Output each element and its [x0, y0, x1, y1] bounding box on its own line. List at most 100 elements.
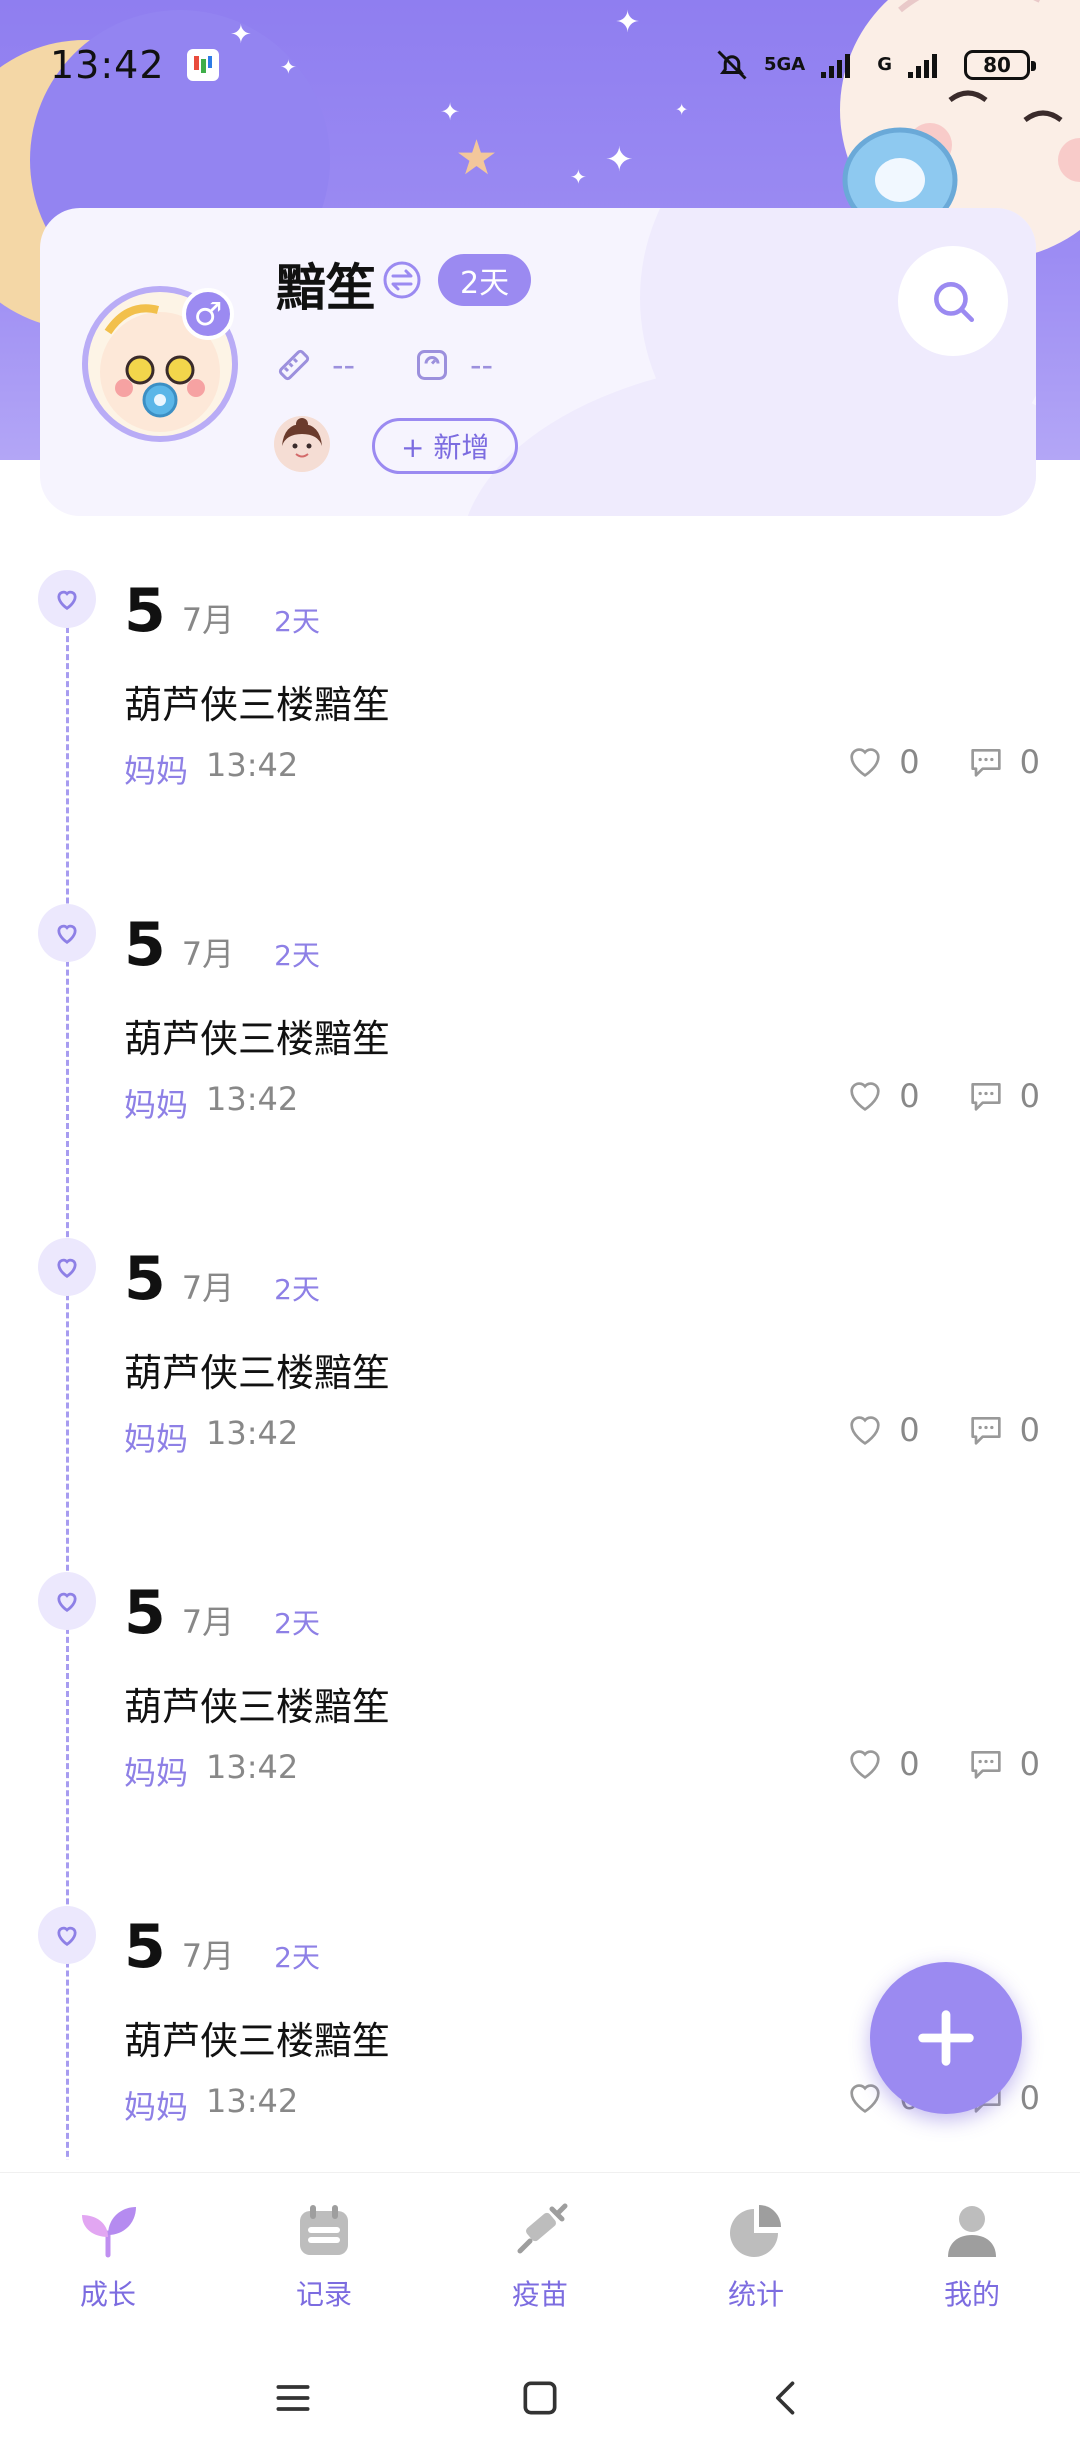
entry-time: 13:42 [206, 1748, 299, 1786]
entry-month: 7月 [181, 935, 235, 973]
entry-time: 13:42 [206, 746, 299, 784]
sprout-icon [76, 2199, 140, 2263]
weight-value: -- [470, 346, 494, 384]
entry-age: 2天 [274, 1941, 320, 1974]
heart-icon [850, 1416, 880, 1445]
search-icon [934, 282, 975, 323]
timeline-entry[interactable]: 5 7月 2天 葫芦侠三楼黯笙 妈妈 13:42 0 0 [0, 1208, 1080, 1542]
entry-meta: 妈妈 13:42 [124, 1748, 298, 1794]
nav-label: 疫苗 [511, 2278, 568, 2311]
mute-bell-icon [717, 50, 747, 80]
entry-day: 5 [124, 1912, 166, 1982]
like-button[interactable]: 0 [845, 742, 920, 782]
calendar-icon [292, 2199, 356, 2263]
entry-author: 妈妈 [124, 1754, 189, 1792]
recent-apps-button[interactable] [263, 2368, 323, 2428]
star-decoration: ✦ [570, 165, 587, 189]
entry-text: 葫芦侠三楼黯笙 [124, 2019, 391, 2063]
nav-item-vaccine[interactable]: 疫苗 [432, 2173, 648, 2332]
comment-button[interactable]: 0 [966, 1076, 1040, 1116]
like-button[interactable]: 0 [845, 1076, 920, 1116]
menu-icon [276, 2385, 310, 2411]
heart-dot-icon [38, 904, 96, 962]
comment-icon [970, 749, 1001, 777]
entry-actions: 0 0 [845, 742, 1040, 782]
entry-text: 葫芦侠三楼黯笙 [124, 1351, 391, 1395]
entry-date: 5 7月 2天 [124, 1578, 320, 1648]
height-stat[interactable]: -- [276, 346, 355, 384]
add-record-button[interactable] [870, 1962, 1022, 2114]
weight-stat[interactable]: -- [414, 346, 493, 384]
bottom-navigation: 成长 记录 疫苗 统计 我的 [0, 2172, 1080, 2332]
nav-item-statistics[interactable]: 统计 [648, 2173, 864, 2332]
network-type-secondary: G [877, 54, 892, 75]
like-count: 0 [899, 1411, 920, 1449]
entry-meta: 妈妈 13:42 [124, 2082, 298, 2128]
entry-actions: 0 0 [845, 1076, 1040, 1116]
like-button[interactable]: 0 [845, 1744, 920, 1784]
entry-meta: 妈妈 13:42 [124, 1080, 298, 1126]
card-decoration [460, 358, 1036, 516]
entry-month: 7月 [181, 1603, 235, 1641]
comment-icon [970, 1083, 1001, 1111]
entry-age: 2天 [274, 1607, 320, 1640]
mother-avatar[interactable] [274, 416, 330, 472]
comment-count: 0 [1019, 743, 1040, 781]
signal-icon [908, 54, 937, 78]
nav-item-records[interactable]: 记录 [216, 2173, 432, 2332]
entry-actions: 0 0 [845, 1744, 1040, 1784]
entry-month: 7月 [181, 1937, 235, 1975]
entry-author: 妈妈 [124, 752, 189, 790]
entry-author: 妈妈 [124, 1086, 189, 1124]
heart-icon [850, 748, 880, 777]
comment-button[interactable]: 0 [966, 742, 1040, 782]
nav-item-growth[interactable]: 成长 [0, 2173, 216, 2332]
entry-time: 13:42 [206, 1080, 299, 1118]
like-count: 0 [899, 1745, 920, 1783]
like-count: 0 [899, 1077, 920, 1115]
timeline-entry[interactable]: 5 7月 2天 葫芦侠三楼黯笙 妈妈 13:42 0 0 [0, 874, 1080, 1208]
back-arrow-icon [775, 2381, 794, 2415]
entry-month: 7月 [181, 601, 235, 639]
comment-count: 0 [1019, 1411, 1040, 1449]
entry-time: 13:42 [206, 2082, 299, 2120]
status-indicators: 5GA G 80 [714, 47, 1036, 83]
entry-day: 5 [124, 910, 166, 980]
comment-icon [970, 1751, 1001, 1779]
system-navigation-bar [0, 2336, 1080, 2460]
comment-button[interactable]: 0 [966, 1744, 1040, 1784]
search-button[interactable] [898, 246, 1008, 356]
entry-text: 葫芦侠三楼黯笙 [124, 1017, 391, 1061]
baby-name[interactable]: 黯笙 [276, 248, 376, 320]
entry-day: 5 [124, 1578, 166, 1648]
entry-age: 2天 [274, 939, 320, 972]
entry-meta: 妈妈 13:42 [124, 746, 298, 792]
entry-author: 妈妈 [124, 2088, 189, 2126]
comment-count: 0 [1019, 2079, 1040, 2117]
entry-text: 葫芦侠三楼黯笙 [124, 1685, 391, 1729]
male-gender-icon: ♂ [182, 288, 234, 340]
timeline-entry[interactable]: 5 7月 2天 葫芦侠三楼黯笙 妈妈 13:42 0 0 [0, 1542, 1080, 1876]
star-decoration: ✦ [605, 140, 634, 180]
square-icon [523, 2381, 557, 2415]
entry-age: 2天 [274, 1273, 320, 1306]
scale-icon [417, 350, 447, 380]
entry-month: 7月 [181, 1269, 235, 1307]
nav-item-profile[interactable]: 我的 [864, 2173, 1080, 2332]
star-decoration: ★ [455, 130, 499, 186]
growth-timeline[interactable]: 5 7月 2天 葫芦侠三楼黯笙 妈妈 13:42 0 0 5 7月 2天 葫芦侠… [0, 540, 1080, 2160]
syringe-icon [508, 2199, 572, 2263]
pie-chart-icon [724, 2199, 788, 2263]
baby-profile-card: ♂ 黯笙 2天 -- -- + 新增 [40, 208, 1036, 516]
switch-baby-icon[interactable] [382, 260, 422, 300]
back-button[interactable] [757, 2368, 817, 2428]
entry-author: 妈妈 [124, 1420, 189, 1458]
comment-button[interactable]: 0 [966, 1410, 1040, 1450]
home-button[interactable] [510, 2368, 570, 2428]
signal-icon [821, 54, 851, 78]
timeline-entry[interactable]: 5 7月 2天 葫芦侠三楼黯笙 妈妈 13:42 0 0 [0, 540, 1080, 874]
status-bar: 13:42 5GA G 80 [0, 0, 1080, 130]
heart-icon [850, 1750, 880, 1779]
like-button[interactable]: 0 [845, 1410, 920, 1450]
add-member-button[interactable]: + 新增 [372, 418, 519, 474]
